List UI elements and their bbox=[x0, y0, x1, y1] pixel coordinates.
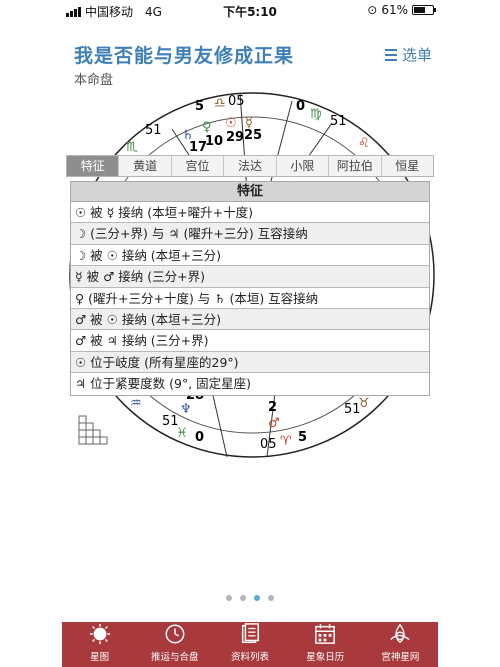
status-right: ⊙ 61% bbox=[367, 3, 436, 17]
detail-tabs: 特征 黄道 宫位 法达 小限 阿拉伯 恒星 bbox=[66, 155, 434, 177]
tab-fixed-stars[interactable]: 恒星 bbox=[382, 156, 433, 176]
venus-planet-icon: ♀ bbox=[202, 120, 212, 135]
minute-label: 51 bbox=[330, 114, 347, 129]
page-dot[interactable] bbox=[226, 595, 232, 601]
nav-item-progressions[interactable]: 推运与合盘 bbox=[137, 622, 212, 667]
table-row: ♂ 被 ♃ 接纳 (三分+界) bbox=[71, 330, 429, 352]
page-title: 我是否能与男友修成正果 bbox=[74, 45, 295, 67]
planet-degree: 29 bbox=[226, 130, 244, 145]
table-row: ☽ (三分+界) 与 ♃ (曜升+三分) 互容接纳 bbox=[71, 223, 429, 245]
virgo-sign-icon: ♍ bbox=[310, 107, 322, 122]
scorpio-sign-icon: ♏ bbox=[126, 140, 138, 155]
table-row: ☿ 被 ♂ 接纳 (三分+界) bbox=[71, 266, 429, 288]
degree-label: 0 bbox=[195, 430, 204, 445]
pisces-sign-icon: ♓ bbox=[176, 426, 188, 441]
nav-item-calendar[interactable]: 星象日历 bbox=[288, 622, 363, 667]
neptune-planet-icon: ♆ bbox=[180, 402, 192, 417]
libra-sign-icon: ♎ bbox=[214, 96, 226, 111]
nav-label: 星图 bbox=[90, 652, 110, 663]
table-body: ☉ 被 ☿ 接纳 (本垣+曜升+十度) ☽ (三分+界) 与 ♃ (曜升+三分)… bbox=[71, 202, 429, 395]
house-cusp-line bbox=[211, 390, 228, 458]
minute-label: 05 bbox=[260, 437, 277, 452]
planet-degree: 2 bbox=[268, 400, 277, 415]
bottom-nav: 星图 推运与合盘 资料列表 星象日历 宫神星网 bbox=[62, 622, 438, 667]
table-row: ♃ 位于紧要度数 (9°, 固定星座) bbox=[75, 376, 252, 392]
aquarius-sign-icon: ♒ bbox=[130, 396, 142, 411]
degree-label: 0 bbox=[296, 99, 305, 114]
tab-features[interactable]: 特征 bbox=[67, 156, 120, 176]
status-bar: 中国移动 4G 下午5:10 ⊙ 61% bbox=[0, 0, 500, 22]
planet-degree: 10 bbox=[205, 134, 223, 149]
battery-percent: 61% bbox=[381, 3, 408, 17]
nav-item-network[interactable]: 宫神星网 bbox=[363, 622, 438, 667]
table-header: 特征 bbox=[71, 182, 429, 202]
sun-planet-icon: ☉ bbox=[225, 116, 237, 131]
battery-icon bbox=[412, 5, 436, 15]
page-dot[interactable] bbox=[240, 595, 246, 601]
degree-label: 5 bbox=[298, 430, 307, 445]
table-row: ☉ 被 ☿ 接纳 (本垣+曜升+十度) bbox=[71, 202, 429, 224]
tab-zodiac[interactable]: 黄道 bbox=[119, 156, 172, 176]
minute-label: 05 bbox=[228, 94, 245, 109]
nav-label: 推运与合盘 bbox=[151, 652, 199, 663]
saturn-planet-icon: ♄ bbox=[182, 128, 194, 143]
nav-label: 资料列表 bbox=[231, 652, 270, 663]
leo-sign-icon: ♌ bbox=[358, 136, 370, 151]
menu-button[interactable]: 选单 bbox=[384, 44, 432, 65]
nav-label: 星象日历 bbox=[306, 652, 345, 663]
page-dot[interactable] bbox=[268, 595, 274, 601]
menu-icon bbox=[384, 48, 397, 61]
table-row: ☉ 位于岐度 (所有星座的29°) bbox=[71, 351, 429, 374]
page-indicator bbox=[0, 595, 500, 601]
document-icon bbox=[241, 623, 259, 643]
tab-profection[interactable]: 小限 bbox=[277, 156, 330, 176]
tab-houses[interactable]: 宫位 bbox=[172, 156, 225, 176]
degree-label: 5 bbox=[195, 99, 204, 114]
aries-sign-icon: ♈ bbox=[280, 434, 292, 449]
table-row: ♂ 被 ☉ 接纳 (本垣+三分) bbox=[71, 308, 429, 331]
nav-item-records[interactable]: 资料列表 bbox=[212, 622, 287, 667]
triquetra-icon bbox=[390, 623, 410, 644]
tab-firdaria[interactable]: 法达 bbox=[224, 156, 277, 176]
clock-icon bbox=[165, 624, 185, 644]
battery-fill bbox=[414, 7, 425, 13]
sun-icon bbox=[89, 623, 110, 645]
minute-label: 51 bbox=[145, 123, 162, 138]
features-table: 特征 ☉ 被 ☿ 接纳 (本垣+曜升+十度) ☽ (三分+界) 与 ♃ (曜升+… bbox=[70, 181, 430, 396]
taurus-sign-icon: ♉ bbox=[358, 396, 370, 411]
page-dot[interactable] bbox=[254, 595, 260, 601]
table-row: ♀ (曜升+三分+十度) 与 ♄ (本垣) 互容接纳 bbox=[71, 288, 429, 309]
mercury-planet-icon: ☿ bbox=[245, 116, 253, 131]
calendar-icon bbox=[315, 623, 336, 644]
stairs-icon[interactable] bbox=[78, 415, 110, 451]
menu-label: 选单 bbox=[401, 46, 432, 64]
table-row: ☽ 被 ☉ 接纳 (本垣+三分) bbox=[71, 245, 429, 267]
nav-item-chart[interactable]: 星图 bbox=[62, 622, 137, 667]
tab-arabic-parts[interactable]: 阿拉伯 bbox=[329, 156, 382, 176]
orientation-lock-icon: ⊙ bbox=[367, 3, 378, 17]
mars-planet-icon: ♂ bbox=[268, 416, 280, 431]
nav-label: 宫神星网 bbox=[381, 652, 420, 663]
